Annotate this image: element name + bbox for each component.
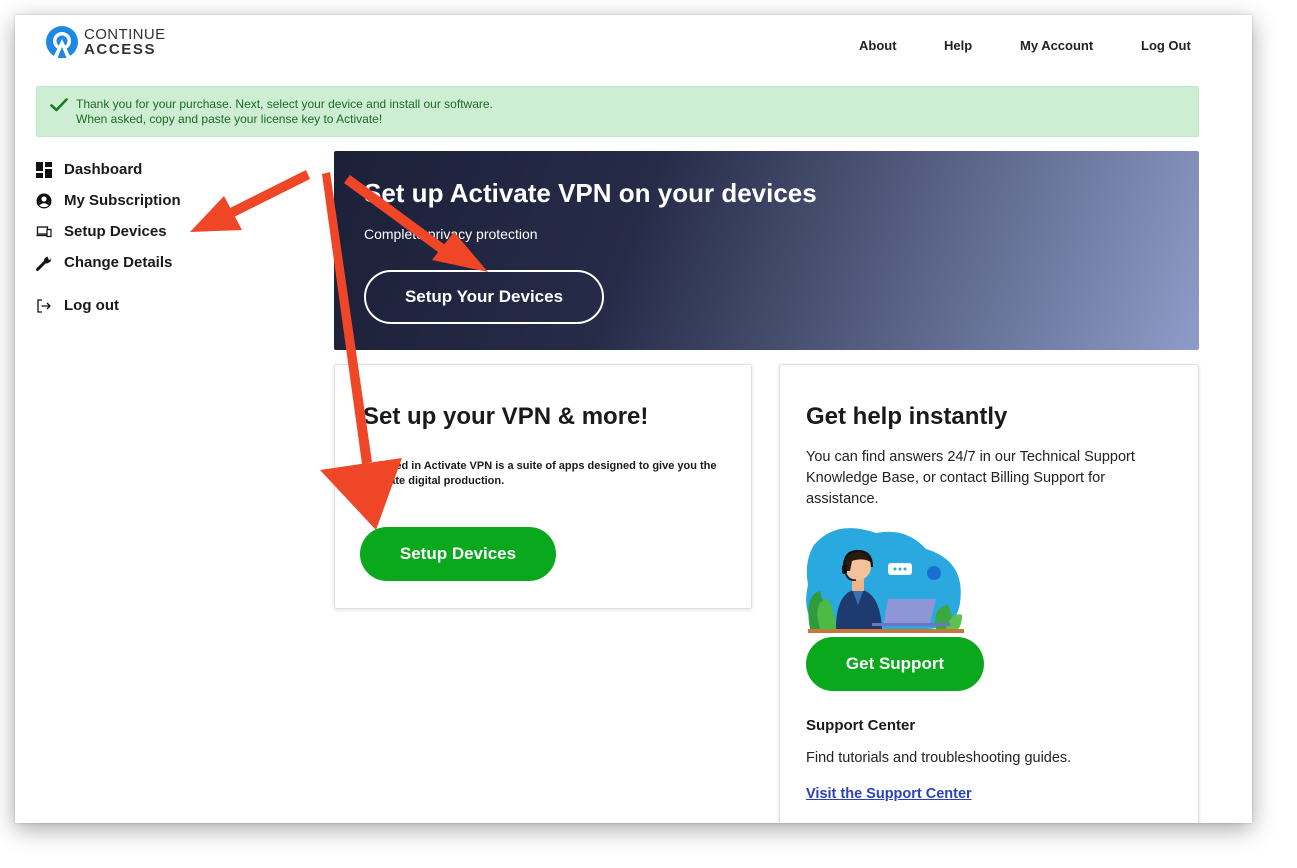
nav-my-account-link[interactable]: My Account xyxy=(1020,38,1093,53)
sidebar-item-label: Setup Devices xyxy=(64,223,167,240)
sidebar-item-setup-devices[interactable]: Setup Devices xyxy=(36,223,167,240)
nav-about-link[interactable]: About xyxy=(859,38,897,53)
brand-name-line1: CONTINUE xyxy=(84,26,166,43)
dashboard-icon xyxy=(36,161,52,178)
logout-icon xyxy=(37,298,51,313)
sidebar-item-log-out[interactable]: Log out xyxy=(36,297,119,314)
wrench-icon xyxy=(36,256,52,271)
sidebar-item-label: Dashboard xyxy=(64,161,143,178)
sidebar-item-my-subscription[interactable]: My Subscription xyxy=(36,192,181,209)
hero-subtitle: Complete privacy protection xyxy=(364,226,538,242)
brand-logo[interactable]: CONTINUE ACCESS xyxy=(45,25,166,59)
sidebar-item-change-details[interactable]: Change Details xyxy=(36,254,172,271)
support-center-description: Find tutorials and troubleshooting guide… xyxy=(806,750,1072,766)
alert-line-1: Thank you for your purchase. Next, selec… xyxy=(76,97,493,111)
sidebar-item-label: Change Details xyxy=(64,254,173,271)
user-circle-icon xyxy=(36,193,52,208)
help-card: Get help instantly You can find answers … xyxy=(779,364,1199,823)
vpn-card-description: Included in Activate VPN is a suite of a… xyxy=(363,460,717,487)
app-window: CONTINUE ACCESS About Help My Account Lo… xyxy=(15,15,1252,823)
sidebar-item-label: Log out xyxy=(64,297,119,314)
help-card-title: Get help instantly xyxy=(806,403,1008,430)
support-agent-illustration xyxy=(806,528,964,633)
alert-line-2: When asked, copy and paste your license … xyxy=(76,112,383,126)
visit-support-center-link[interactable]: Visit the Support Center xyxy=(806,786,972,802)
get-support-button[interactable]: Get Support xyxy=(806,637,984,691)
sidebar-item-dashboard[interactable]: Dashboard xyxy=(36,161,142,178)
hero-title: Set up Activate VPN on your devices xyxy=(364,178,817,208)
help-card-description: You can find answers 24/7 in our Technic… xyxy=(806,449,1135,507)
setup-devices-button[interactable]: Setup Devices xyxy=(360,527,556,581)
vpn-setup-card: Set up your VPN & more! Included in Acti… xyxy=(334,364,752,609)
devices-icon xyxy=(36,225,52,237)
sidebar-item-label: My Subscription xyxy=(64,192,181,209)
hero-banner: Set up Activate VPN on your devices Comp… xyxy=(334,151,1199,350)
brand-name-line2: ACCESS xyxy=(84,41,157,58)
logo-mark-icon xyxy=(46,26,78,58)
purchase-success-alert: Thank you for your purchase. Next, selec… xyxy=(36,86,1199,137)
checkmark-icon xyxy=(50,98,68,112)
setup-your-devices-button[interactable]: Setup Your Devices xyxy=(364,270,604,324)
vpn-card-title: Set up your VPN & more! xyxy=(363,403,649,430)
support-center-title: Support Center xyxy=(806,717,916,734)
nav-help-link[interactable]: Help xyxy=(944,38,972,53)
nav-log-out-link[interactable]: Log Out xyxy=(1141,38,1191,53)
